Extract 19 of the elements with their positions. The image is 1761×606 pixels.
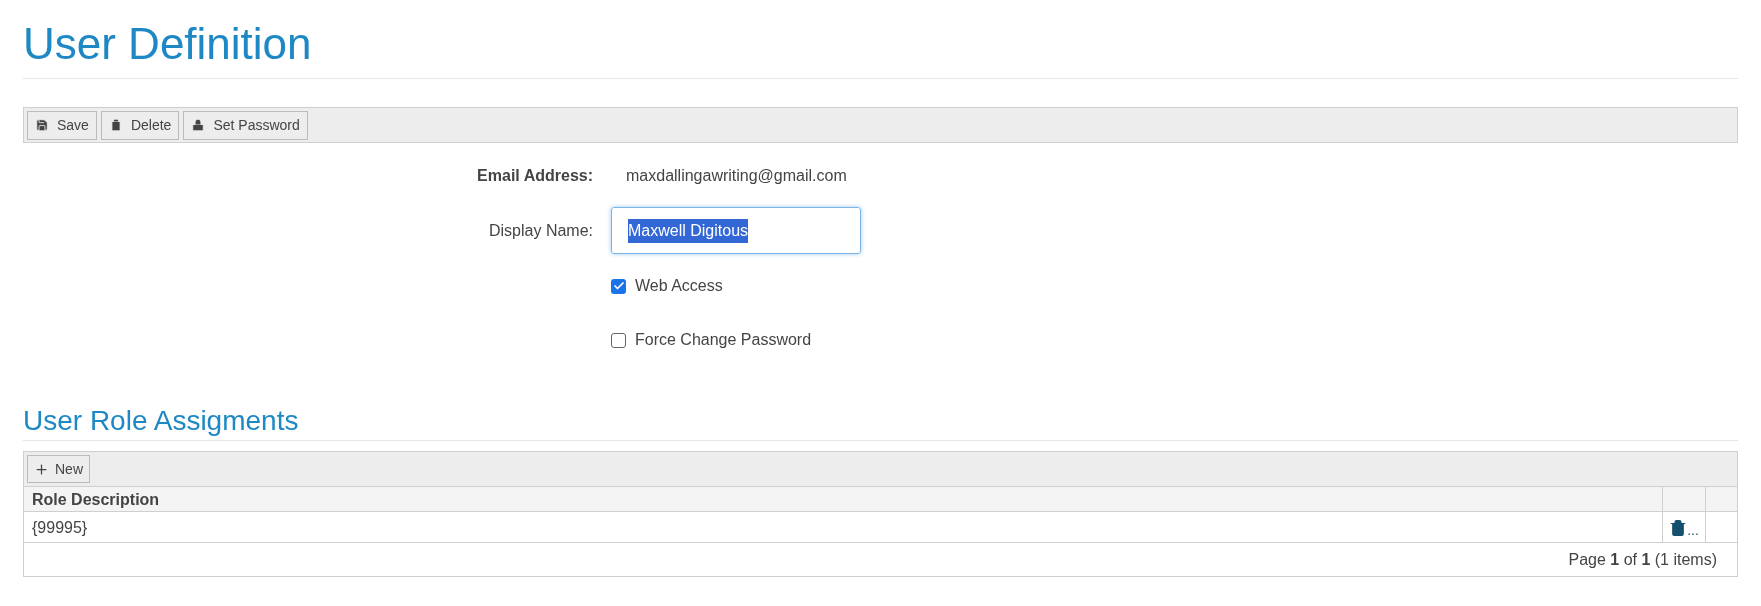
- checkbox-label: Force Change Password: [635, 330, 812, 350]
- field-label: Display Name:: [487, 220, 593, 241]
- section-title: User Role Assigments: [23, 404, 299, 438]
- checkbox-label: Web Access: [635, 276, 723, 296]
- pager-info: Page 1 of 1 (1 items): [1568, 549, 1717, 570]
- trash-icon: [108, 118, 123, 132]
- toolbar-button[interactable]: Set Password: [183, 110, 308, 140]
- input-field[interactable]: Maxwell Digitous: [611, 207, 861, 254]
- checkbox[interactable]: [611, 278, 626, 294]
- field-label: Email Address:: [476, 166, 593, 186]
- plus-icon: [34, 461, 49, 477]
- checkbox[interactable]: [611, 332, 626, 348]
- email-value: maxdallingawriting@gmail.com: [625, 166, 847, 186]
- toolbar-button[interactable]: Save: [27, 110, 97, 140]
- page-title: User Definition: [23, 18, 313, 70]
- padlock-icon: [191, 118, 206, 132]
- row-delete-button[interactable]: ...: [1669, 518, 1699, 537]
- toolbar-button[interactable]: Delete: [100, 110, 180, 140]
- new-button[interactable]: New: [27, 455, 90, 483]
